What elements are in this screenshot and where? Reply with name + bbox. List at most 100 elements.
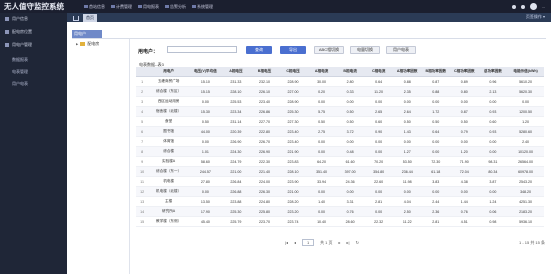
table-row[interactable]: 2 综合楼（东区） 15.15 228.10 226.10 227.00 0.20 0.33 1… xyxy=(136,86,544,97)
table-cell: 体育馆 xyxy=(148,136,190,147)
column-header[interactable]: A相功率因数 xyxy=(392,67,422,77)
export-button[interactable]: 导出 xyxy=(280,46,306,54)
search-button[interactable]: 查询 xyxy=(246,46,272,54)
table-cell: 2.40 xyxy=(507,136,544,147)
table-row[interactable]: 9 实验楼A 58.60 224.79 222.30 223.83 64.20 61.60 70… xyxy=(136,156,544,167)
avatar[interactable] xyxy=(529,3,537,10)
column-header[interactable]: C相电流 xyxy=(364,67,393,77)
table-cell: 225.53 xyxy=(221,96,251,107)
page-total: 共 1 页 xyxy=(320,239,333,245)
table-cell: 0.00 xyxy=(189,186,222,197)
table-cell: 2.35 xyxy=(392,86,422,97)
energy-switch-button[interactable]: 电量切换 xyxy=(350,46,380,54)
column-header[interactable]: A相电流 xyxy=(307,67,336,77)
top-bar: 无人值守监控系统 首站信息 计费管理 用电报表 告警分析 系统管理 ... xyxy=(0,0,551,13)
table-row[interactable]: 15 教学楼（东侧） 45.40 225.79 223.70 223.74 10.40 28.… xyxy=(136,216,544,227)
sidebar-subitem-user-meter[interactable]: 用户电表 xyxy=(12,81,28,87)
sidebar-item-consumer-management[interactable]: 用电户管理 xyxy=(0,39,67,51)
column-header[interactable]: 电压(V)平均值 xyxy=(189,67,222,77)
tab-options[interactable]: 页签操作 ▾ xyxy=(526,14,545,20)
table-cell: 0.00 xyxy=(307,96,336,107)
column-header[interactable] xyxy=(136,67,149,77)
column-header[interactable]: C相功率因数 xyxy=(450,67,479,77)
user-name[interactable]: ... xyxy=(542,4,545,9)
table-cell: 西区运动用房 xyxy=(148,96,190,107)
notification-icon[interactable] xyxy=(520,4,525,9)
abc-phase-button[interactable]: ABC相切换 xyxy=(314,46,344,54)
table-cell: 224.30 xyxy=(221,146,251,157)
table-cell: 5610.20 xyxy=(507,76,544,87)
table-cell: 2.65 xyxy=(364,106,393,117)
table-cell: 0.50 xyxy=(307,116,336,127)
tree-root[interactable]: ▶ 配电房 xyxy=(76,41,99,47)
table-cell: 2.80 xyxy=(335,76,365,87)
menu-item-station[interactable]: 首站信息 xyxy=(84,4,105,10)
home-icon[interactable] xyxy=(70,14,80,21)
tab-home[interactable]: 首页 xyxy=(83,14,97,22)
next-page-icon[interactable]: ▸ xyxy=(339,240,341,245)
table-cell: 13.50 xyxy=(189,196,222,207)
table-row[interactable]: 4 宿舍楼（北楼） 15.30 223.34 226.86 225.30 5.75 0.50 2… xyxy=(136,106,544,117)
column-header[interactable]: 用电户 xyxy=(148,67,190,77)
table-row[interactable]: 14 研究所A 17.90 225.30 225.80 223.20 0.00 0.76 0.0… xyxy=(136,206,544,217)
refresh-icon[interactable]: ↻ xyxy=(356,240,359,245)
tree-root-label: 配电房 xyxy=(87,41,100,46)
table-cell: 机电楼（北楼） xyxy=(148,186,190,197)
table-cell: 0.00 xyxy=(335,96,365,107)
app-title: 无人值守监控系统 xyxy=(4,2,64,11)
table-cell: 0.00 xyxy=(189,96,222,107)
table-cell: 5936.10 xyxy=(507,216,544,227)
table-row[interactable]: 10 综合楼（东一） 244.57 221.00 221.40 228.10 351.40 3… xyxy=(136,166,544,177)
column-header[interactable]: B相电压 xyxy=(250,67,279,77)
table-row[interactable]: 11 机电楼 27.80 226.84 224.00 223.90 33.94 24.36 22… xyxy=(136,176,544,187)
table-cell: 0.93 xyxy=(478,106,508,117)
column-header[interactable]: B相电流 xyxy=(335,67,365,77)
table-cell: 223.40 xyxy=(278,126,308,137)
table-cell: 223.20 xyxy=(278,206,308,217)
column-header[interactable]: 电能示值(kWh) xyxy=(507,67,544,77)
menu-item-billing[interactable]: 计费管理 xyxy=(111,4,132,10)
table-cell: 6 xyxy=(136,126,149,137)
sidebar-item-room-location[interactable]: 配电房位置 xyxy=(0,26,67,38)
last-page-icon[interactable]: ▸| xyxy=(347,240,350,245)
menu-item-alarms[interactable]: 告警分析 xyxy=(165,4,186,10)
table-row[interactable]: 8 综合楼 1.01 224.30 226.90 221.90 0.00 0.48 0.00 1.… xyxy=(136,146,544,157)
table-cell: 宿舍楼（北楼） xyxy=(148,106,190,117)
table-row[interactable]: 7 体育馆 0.00 226.90 226.70 223.40 0.00 0.00 0.00 0.… xyxy=(136,136,544,147)
prev-page-icon[interactable]: ◂ xyxy=(294,240,296,245)
search-input[interactable] xyxy=(167,46,237,53)
user-meter-button[interactable]: 用户电表 xyxy=(386,46,416,54)
sidebar-subitem-data-report[interactable]: 数据报表 xyxy=(12,57,28,63)
column-header[interactable]: 总功率因数 xyxy=(478,67,508,77)
table-row[interactable]: 13 主楼 13.50 223.88 224.80 228.20 1.40 3.31 2.81 4… xyxy=(136,196,544,207)
table-cell: 0.00 xyxy=(307,146,336,157)
column-header[interactable]: B相功率因数 xyxy=(421,67,451,77)
page-input[interactable]: 1 xyxy=(302,239,315,246)
table-cell: 1.27 xyxy=(392,146,422,157)
menu-icon xyxy=(138,4,142,8)
table-row[interactable]: 6 图书馆 44.00 220.39 222.80 223.40 2.75 3.72 0.90 1… xyxy=(136,126,544,137)
expand-icon[interactable]: ▶ xyxy=(76,42,78,46)
table-cell: 4.38 xyxy=(450,176,479,187)
table-cell: 236.44 xyxy=(392,166,422,177)
table-cell: 53.50 xyxy=(392,156,422,167)
sidebar-subitem-meter-management[interactable]: 电表管理 xyxy=(12,69,28,75)
table-row[interactable]: 12 机电楼（北楼） 0.00 226.88 226.30 221.00 0.00 0.00 0… xyxy=(136,186,544,197)
table-cell: 0.00 xyxy=(307,206,336,217)
divider xyxy=(72,38,546,39)
table-row[interactable]: 5 食堂 0.50 231.14 227.70 227.30 0.50 0.50 0.60 0.5… xyxy=(136,116,544,127)
pager-info: 1 - 15 共 15 条 xyxy=(518,240,545,245)
sidebar-item-user-info[interactable]: 用户信息 xyxy=(0,13,67,25)
menu-item-system[interactable]: 系统管理 xyxy=(192,4,213,10)
table-row[interactable]: 1 五峰商贸广场 15.10 231.33 232.10 228.90 30.00 2.80 0… xyxy=(136,76,544,87)
table-header-row: 用电户 电压(V)平均值 A相电压 B相电压 C相电压 A相电流 B相电流 C相电流 A相功率因… xyxy=(136,67,544,77)
top-right-tools: ... xyxy=(511,1,545,12)
first-page-icon[interactable]: |◂ xyxy=(285,240,288,245)
table-cell: 24.36 xyxy=(335,176,365,187)
column-header[interactable]: C相电压 xyxy=(278,67,308,77)
settings-icon[interactable] xyxy=(511,4,516,9)
column-header[interactable]: A相电压 xyxy=(221,67,251,77)
table-row[interactable]: 3 西区运动用房 0.00 225.53 223.40 228.90 0.00 0.00 0.0… xyxy=(136,96,544,107)
table-cell: 223.34 xyxy=(221,106,251,117)
menu-item-reports[interactable]: 用电报表 xyxy=(138,4,159,10)
